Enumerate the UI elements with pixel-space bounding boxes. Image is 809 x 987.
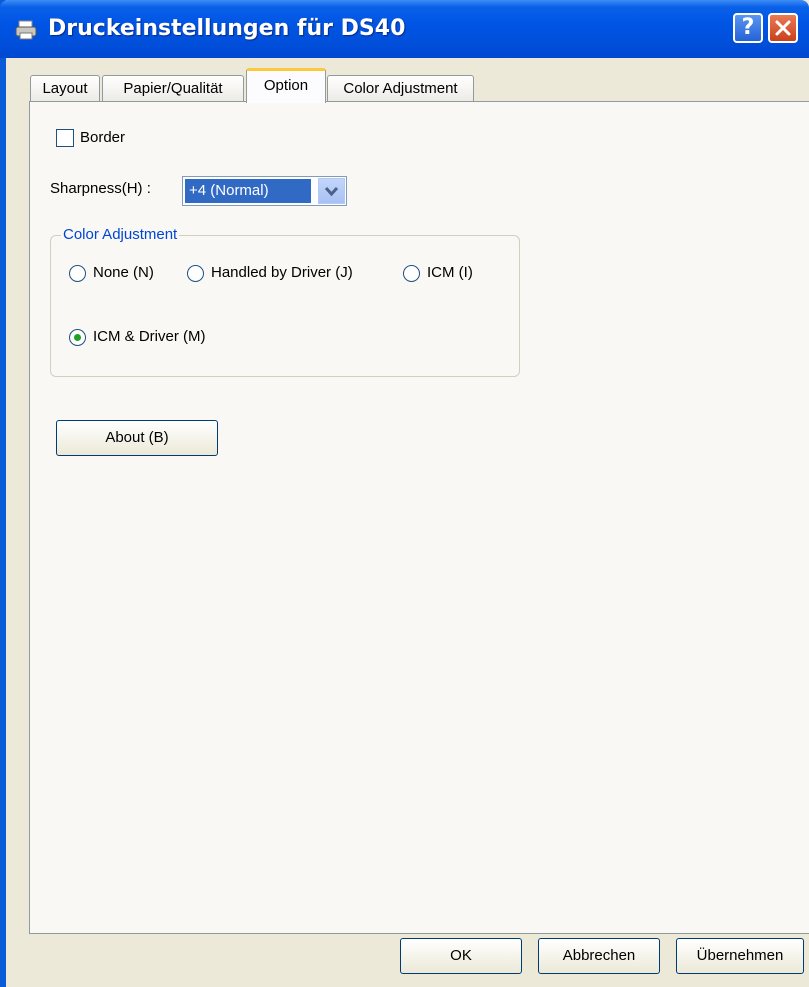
radio-icm-label: ICM (I) <box>427 264 473 281</box>
cancel-button[interactable]: Abbrechen <box>538 938 660 974</box>
radio-handled-by-driver-label: Handled by Driver (J) <box>211 264 353 281</box>
close-icon <box>775 20 791 36</box>
dialog-window: Druckeinstellungen für DS40 ? Layout Pap… <box>0 0 809 987</box>
window-title: Druckeinstellungen für DS40 <box>48 16 406 41</box>
radio-selected-dot <box>74 334 81 341</box>
radio-none[interactable] <box>69 265 86 282</box>
color-adjustment-group: Color Adjustment None (N) Handled by Dri… <box>50 226 520 377</box>
printer-icon <box>15 20 37 40</box>
title-bar[interactable]: Druckeinstellungen für DS40 ? <box>0 0 809 58</box>
tab-papier-qualitaet[interactable]: Papier/Qualität <box>102 75 244 101</box>
radio-icm[interactable] <box>403 265 420 282</box>
tab-layout[interactable]: Layout <box>30 75 100 101</box>
chevron-down-icon <box>324 186 339 197</box>
radio-none-label: None (N) <box>93 264 154 281</box>
radio-icm-driver-label: ICM & Driver (M) <box>93 328 206 345</box>
color-adjustment-legend: Color Adjustment <box>61 226 180 243</box>
ok-button[interactable]: OK <box>400 938 522 974</box>
help-button[interactable]: ? <box>733 13 763 43</box>
dropdown-button[interactable] <box>318 178 345 204</box>
option-panel: Border Sharpness(H) : +4 (Normal) Color … <box>29 101 809 934</box>
sharpness-value: +4 (Normal) <box>185 179 311 203</box>
close-button[interactable] <box>768 13 798 43</box>
border-label: Border <box>80 129 126 146</box>
tab-color-adjustment[interactable]: Color Adjustment <box>327 75 474 101</box>
radio-handled-by-driver[interactable] <box>187 265 204 282</box>
apply-button[interactable]: Übernehmen <box>676 938 804 974</box>
about-button[interactable]: About (B) <box>56 420 218 456</box>
radio-icm-driver[interactable] <box>69 329 86 346</box>
sharpness-select[interactable]: +4 (Normal) <box>182 176 347 206</box>
tab-option[interactable]: Option <box>246 68 326 103</box>
border-checkbox[interactable] <box>56 129 74 147</box>
sharpness-label: Sharpness(H) : <box>50 180 151 197</box>
